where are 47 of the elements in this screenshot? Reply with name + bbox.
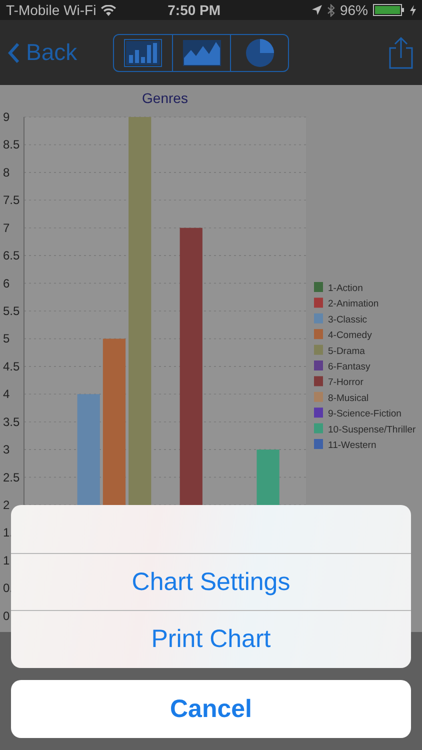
carrier-name: T-Mobile Wi-Fi [6,2,96,18]
y-axis-label: 1 [3,553,10,568]
y-axis-label: 5 [3,332,10,346]
legend-label: 7-Horror [328,377,364,388]
legend-label: 10-Suspense/Thriller [328,424,416,436]
y-axis-label: 5.5 [3,304,20,318]
legend-label: 6-Fantasy [328,362,370,372]
legend-label: 11-Western [328,440,376,451]
charging-bolt-icon [410,4,416,16]
legend-label: 9-Science-Fiction [328,408,402,420]
y-axis-label: 2 [3,498,10,512]
cancel-button[interactable]: Cancel [11,680,411,738]
y-axis-label: 8 [3,165,10,180]
legend-label: 4-Comedy [328,330,372,342]
action-button[interactable]: Chart Settings [11,554,411,611]
back-chevron-icon [8,42,20,64]
legend-label: 5-Drama [328,346,365,357]
y-axis-label: 3 [3,442,10,457]
legend-label: 2-Animation [328,298,379,310]
y-axis-label: 4 [3,387,10,402]
location-arrow-icon [312,5,322,15]
clock-time: 7:50 PM [168,2,221,18]
wifi-icon [101,4,116,16]
back-button[interactable]: Back [8,39,78,66]
y-axis-label: 6 [3,276,10,290]
y-axis-label: 9 [3,110,10,124]
battery-percentage: 96% [340,2,368,18]
y-axis-label: 7.5 [3,193,20,208]
bluetooth-icon [326,4,335,16]
battery-icon [373,4,405,16]
share-button[interactable] [388,36,414,70]
y-axis-label: 0 [3,608,10,623]
legend-label: 8-Musical [328,392,369,404]
legend-label: 1-Action [328,283,363,294]
y-axis-label: 7 [3,220,10,235]
bar-chart-icon [126,40,160,64]
chart-title: Genres [142,90,188,106]
y-axis-label: 6.5 [3,248,20,263]
action-button[interactable]: Print Chart [11,611,411,668]
y-axis-label: 4.5 [3,359,20,374]
legend-label: 3-Classic [328,314,368,326]
area-chart-icon [182,40,221,66]
share-icon [388,36,414,70]
pie-chart-icon [244,38,275,68]
y-axis-label: 8.5 [3,138,20,152]
y-axis-label: 2.5 [3,470,20,484]
y-axis-label: 3.5 [3,414,20,429]
